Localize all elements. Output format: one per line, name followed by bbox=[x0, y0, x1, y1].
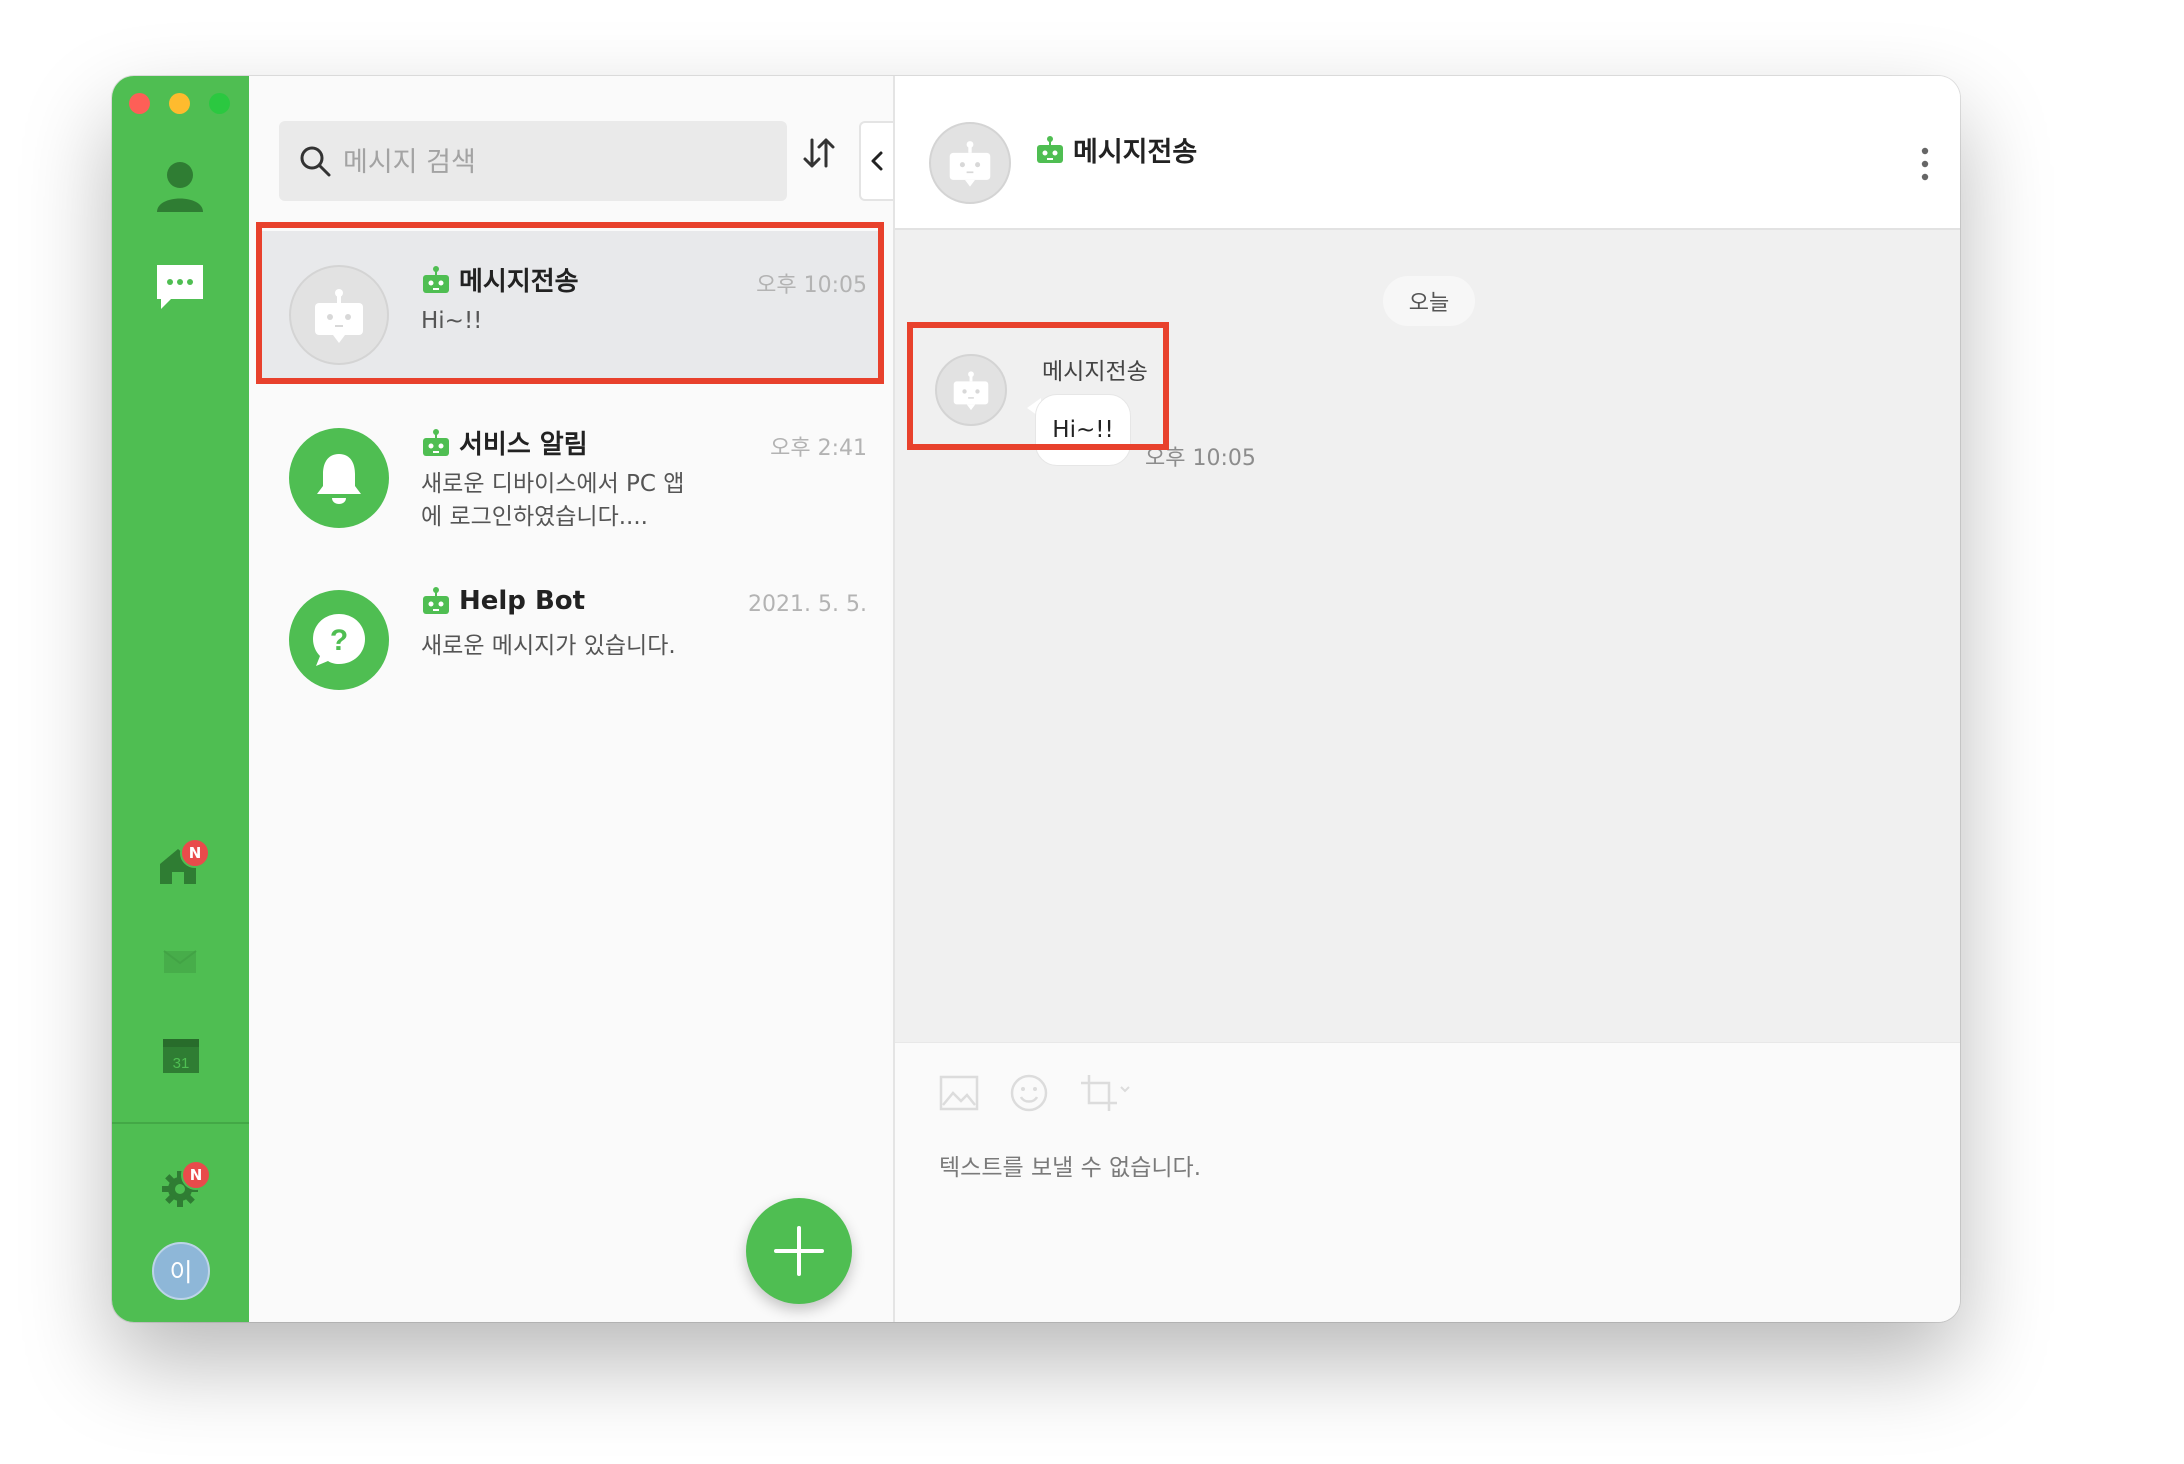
chat-header: 메시지전송 bbox=[895, 76, 1960, 230]
chat-icon bbox=[157, 265, 203, 309]
chat-title: 메시지전송 bbox=[1073, 137, 1198, 168]
conversation-name-row: 서비스 알림 bbox=[421, 424, 588, 461]
message-bubble[interactable]: Hi~!! bbox=[1035, 394, 1131, 466]
person-icon bbox=[157, 162, 203, 212]
bot-badge-icon bbox=[1037, 135, 1063, 163]
robot-avatar-icon bbox=[935, 354, 1007, 426]
sidebar-divider bbox=[112, 1122, 249, 1124]
new-conversation-button[interactable] bbox=[746, 1198, 852, 1304]
conversation-name: 메시지전송 bbox=[459, 267, 579, 297]
bot-badge-icon bbox=[423, 428, 449, 456]
search-icon bbox=[300, 146, 331, 177]
settings-badge: N bbox=[181, 1160, 211, 1190]
sidebar: N 31 N 이 bbox=[112, 76, 249, 1322]
conversation-name: Help Bot bbox=[459, 586, 586, 616]
calendar-nav-button[interactable]: 31 bbox=[163, 1039, 199, 1073]
bell-icon bbox=[289, 428, 389, 528]
conversation-time: 오후 10:05 bbox=[756, 273, 867, 298]
conversation-item[interactable]: 서비스 알림 오후 2:41 새로운 디바이스에서 PC 앱에 로그인하였습니다… bbox=[257, 394, 883, 546]
chat-nav-button[interactable] bbox=[155, 263, 205, 311]
robot-avatar-icon bbox=[289, 265, 389, 365]
zoom-window-button[interactable] bbox=[209, 93, 230, 114]
kebab-menu-icon bbox=[1921, 147, 1929, 181]
sort-button[interactable] bbox=[802, 136, 836, 174]
more-options-button[interactable] bbox=[1920, 146, 1930, 186]
bot-badge-icon bbox=[423, 587, 449, 614]
settings-nav-button[interactable]: N bbox=[161, 1160, 211, 1208]
emoji-icon[interactable] bbox=[1009, 1073, 1049, 1113]
minimize-window-button[interactable] bbox=[169, 93, 190, 114]
conversation-name-row: Help Bot bbox=[421, 586, 585, 616]
conversation-time: 2021. 5. 5. bbox=[748, 592, 867, 617]
conversation-time: 오후 2:41 bbox=[770, 436, 867, 461]
home-nav-button[interactable]: N bbox=[158, 838, 210, 886]
conversation-item[interactable]: ? Help Bot 2021. 5. 5. 새로운 메시지가 있습니다. bbox=[257, 556, 883, 708]
chevron-left-icon bbox=[871, 151, 883, 171]
crop-icon[interactable] bbox=[1079, 1073, 1133, 1113]
image-icon[interactable] bbox=[939, 1075, 979, 1111]
my-profile-avatar[interactable]: 이 bbox=[152, 1242, 210, 1300]
calendar-icon: 31 bbox=[163, 1039, 199, 1073]
plus-icon bbox=[774, 1226, 824, 1276]
message-sender: 메시지전송 bbox=[1042, 359, 1148, 385]
mail-nav-button[interactable] bbox=[163, 950, 197, 974]
message-time: 오후 10:05 bbox=[1145, 446, 1256, 471]
conversation-name-row: 메시지전송 bbox=[421, 261, 579, 298]
composer: 텍스트를 보낼 수 없습니다. bbox=[895, 1042, 1960, 1322]
home-badge: N bbox=[180, 838, 210, 868]
chat-title-row: 메시지전송 bbox=[1035, 130, 1197, 169]
mail-icon bbox=[163, 950, 197, 973]
conversation-preview: 새로운 메시지가 있습니다. bbox=[421, 633, 676, 659]
collapse-panel-button[interactable] bbox=[859, 121, 893, 201]
composer-disabled-message: 텍스트를 보낼 수 없습니다. bbox=[939, 1155, 1202, 1181]
conversation-item[interactable]: 메시지전송 오후 10:05 Hi~!! bbox=[257, 231, 883, 383]
svg-text:?: ? bbox=[330, 624, 348, 657]
contacts-nav-button[interactable] bbox=[155, 160, 205, 212]
conversation-list-panel: 메시지전송 오후 10:05 Hi~!! bbox=[249, 76, 895, 1322]
question-icon: ? bbox=[289, 590, 389, 690]
search-input[interactable] bbox=[341, 121, 775, 203]
sort-arrows-icon bbox=[803, 138, 835, 168]
close-window-button[interactable] bbox=[129, 93, 150, 114]
robot-avatar-icon bbox=[929, 122, 1011, 204]
bot-badge-icon bbox=[423, 265, 449, 293]
app-window: N 31 N 이 메시지 검색 메시지전송 오후 10:05 Hi~!! 서비스… bbox=[112, 76, 1960, 1322]
date-divider: 오늘 bbox=[1383, 276, 1475, 326]
conversation-preview: 새로운 디바이스에서 PC 앱에 로그인하였습니다.... bbox=[421, 471, 685, 530]
composer-toolbar bbox=[939, 1073, 1133, 1113]
chat-panel: 메시지전송 오늘 메시지전송 Hi~!! 오후 10:05 텍스트를 보낼 수 … bbox=[895, 76, 1960, 1322]
calendar-day-label: 31 bbox=[173, 1055, 190, 1072]
conversation-name: 서비스 알림 bbox=[459, 430, 588, 460]
conversation-preview: Hi~!! bbox=[421, 308, 483, 334]
search-box bbox=[279, 121, 787, 203]
